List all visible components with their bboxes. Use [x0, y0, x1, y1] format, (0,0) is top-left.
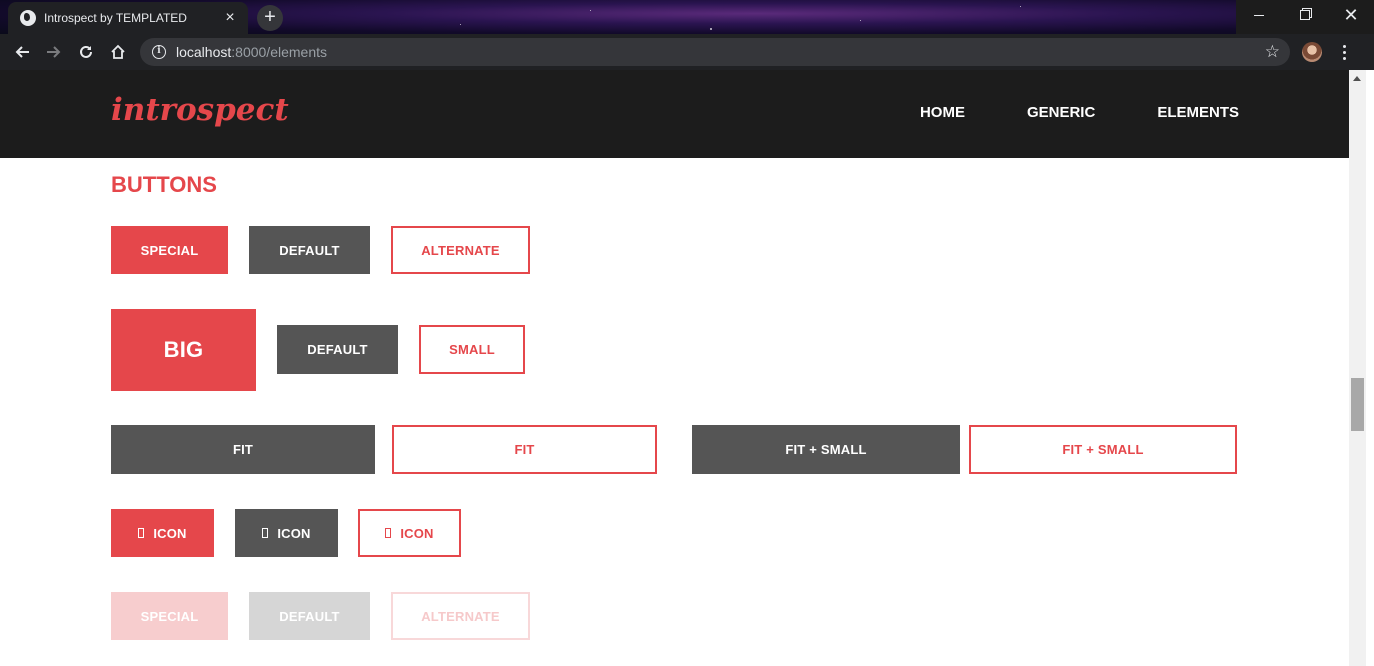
arrow-left-icon — [15, 46, 29, 58]
big-button[interactable]: BIG — [111, 309, 256, 391]
disabled-special-button: SPECIAL — [111, 592, 228, 640]
nav-link-generic[interactable]: GENERIC — [1027, 104, 1095, 121]
address-bar[interactable]: i localhost:8000/elements ☆ — [140, 38, 1290, 66]
tab-title: Introspect by TEMPLATED — [44, 11, 187, 25]
disabled-alternate-button: ALTERNATE — [391, 592, 530, 640]
fit-small-alternate-button[interactable]: FIT + SMALL — [969, 425, 1237, 474]
background-star — [860, 20, 861, 21]
background-star — [590, 10, 591, 11]
home-button[interactable] — [102, 36, 134, 68]
info-icon[interactable]: i — [152, 45, 166, 59]
url-text: localhost:8000/elements — [176, 44, 327, 60]
disabled-default-button: DEFAULT — [249, 592, 370, 640]
page-viewport: introspect HOME GENERIC ELEMENTS BUTTONS… — [0, 70, 1349, 666]
background-star — [1020, 6, 1021, 7]
main-nav: HOME GENERIC ELEMENTS — [858, 104, 1239, 121]
fit-button[interactable]: FIT — [111, 425, 375, 474]
fit-alternate-button[interactable]: FIT — [392, 425, 657, 474]
background-star — [460, 24, 461, 25]
browser-titlebar: Introspect by TEMPLATED × + ✕ — [0, 0, 1374, 34]
missing-glyph-icon — [385, 528, 392, 538]
special-button[interactable]: SPECIAL — [111, 226, 228, 274]
reload-icon — [80, 45, 92, 58]
globe-icon — [20, 10, 36, 26]
alternate-button[interactable]: ALTERNATE — [391, 226, 530, 274]
icon-button-label: ICON — [277, 525, 311, 541]
icon-button-label: ICON — [153, 525, 187, 541]
new-tab-button[interactable]: + — [257, 5, 283, 31]
minimize-icon — [1254, 14, 1264, 16]
scrollbar-thumb[interactable] — [1351, 378, 1364, 431]
tab-close-icon[interactable]: × — [222, 10, 238, 26]
url-path: :8000/elements — [231, 44, 327, 60]
browser-menu-button[interactable] — [1338, 40, 1350, 64]
restore-icon — [1300, 10, 1310, 20]
icon-default-button[interactable]: ICON — [235, 509, 338, 557]
scroll-up-arrow-icon[interactable] — [1353, 76, 1361, 81]
close-window-button[interactable]: ✕ — [1328, 0, 1374, 30]
default-button[interactable]: DEFAULT — [277, 325, 398, 374]
reload-button[interactable] — [70, 36, 102, 68]
icon-button-label: ICON — [400, 525, 434, 541]
window-controls: ✕ — [1236, 0, 1374, 34]
section-title: BUTTONS — [111, 172, 217, 197]
browser-toolbar: i localhost:8000/elements ☆ — [0, 34, 1374, 70]
url-host: localhost — [176, 44, 232, 60]
icon-alternate-button[interactable]: ICON — [358, 509, 461, 557]
site-header: introspect HOME GENERIC ELEMENTS — [0, 70, 1349, 158]
site-logo[interactable]: introspect — [111, 92, 289, 128]
icon-special-button[interactable]: ICON — [111, 509, 214, 557]
missing-glyph-icon — [262, 528, 269, 538]
profile-avatar[interactable] — [1302, 42, 1322, 62]
default-button[interactable]: DEFAULT — [249, 226, 370, 274]
back-button[interactable] — [6, 36, 38, 68]
small-button[interactable]: SMALL — [419, 325, 525, 374]
arrow-right-icon — [47, 46, 61, 58]
fit-small-button[interactable]: FIT + SMALL — [692, 425, 960, 474]
browser-tab[interactable]: Introspect by TEMPLATED × — [8, 2, 248, 34]
vertical-scrollbar[interactable] — [1349, 70, 1366, 666]
restore-button[interactable] — [1282, 0, 1328, 30]
forward-button[interactable] — [38, 36, 70, 68]
home-icon — [111, 44, 125, 59]
bookmark-star-icon[interactable]: ☆ — [1265, 42, 1280, 62]
background-star — [710, 28, 712, 30]
minimize-button[interactable] — [1236, 0, 1282, 30]
nav-link-elements[interactable]: ELEMENTS — [1157, 104, 1239, 121]
missing-glyph-icon — [138, 528, 145, 538]
nav-link-home[interactable]: HOME — [920, 104, 965, 121]
close-icon: ✕ — [1343, 5, 1359, 25]
